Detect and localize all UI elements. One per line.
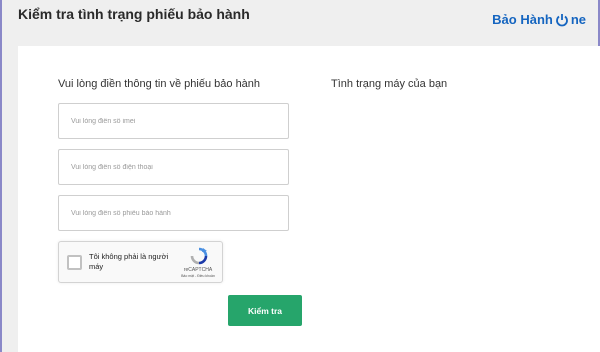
- recaptcha-widget: Tôi không phải là người máy reCAPTCHA Bả…: [58, 241, 223, 283]
- check-button[interactable]: Kiểm tra: [228, 295, 302, 326]
- brand-text: Bảo Hành: [492, 12, 553, 27]
- power-icon: [555, 13, 568, 26]
- brand-logo[interactable]: Bảo Hành ne: [492, 12, 586, 27]
- main-panel: Vui lòng điền thông tin về phiếu bảo hàn…: [18, 46, 600, 352]
- recaptcha-icon: [190, 247, 208, 265]
- brand-suffix: ne: [570, 12, 586, 27]
- page-title: Kiểm tra tình trạng phiếu bảo hành: [18, 6, 250, 22]
- form-heading: Vui lòng điền thông tin về phiếu bảo hàn…: [58, 78, 261, 90]
- status-heading: Tình trạng máy của bạn: [331, 78, 448, 90]
- recaptcha-links[interactable]: Bảo mật - Điều khoản: [174, 274, 222, 278]
- window-frame-left: [0, 0, 2, 352]
- phone-input[interactable]: [58, 149, 289, 185]
- captcha-label: Tôi không phải là người máy: [89, 252, 169, 271]
- imei-input[interactable]: [58, 103, 289, 139]
- warranty-number-input[interactable]: [58, 195, 289, 231]
- recaptcha-brand: reCAPTCHA: [183, 267, 213, 273]
- captcha-checkbox[interactable]: [67, 255, 82, 270]
